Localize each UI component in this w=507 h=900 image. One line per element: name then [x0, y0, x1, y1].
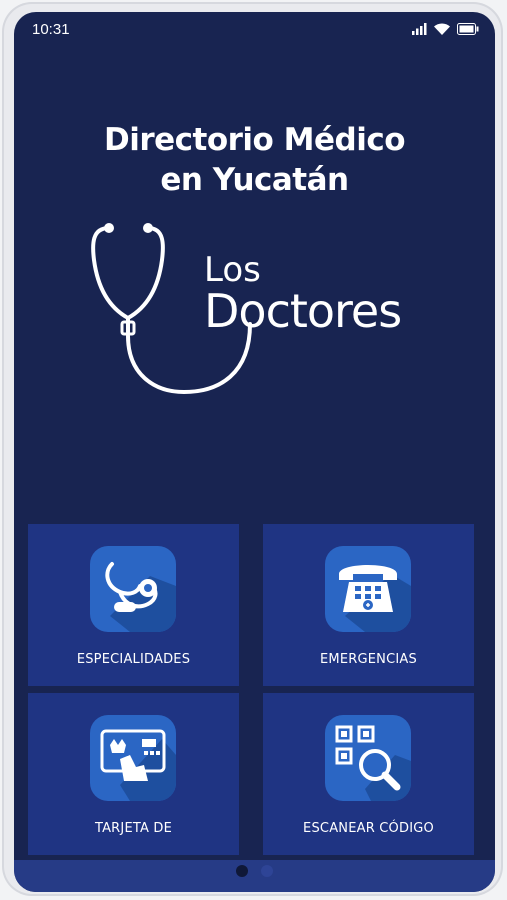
page-indicator [14, 864, 495, 882]
tile-label: EMERGENCIAS [320, 652, 417, 667]
telephone-icon [325, 546, 411, 632]
logo-text-doctores: Doctores [204, 284, 402, 338]
page-dot[interactable] [260, 865, 273, 877]
tile-especialidades[interactable]: ESPECIALIDADES [28, 524, 239, 686]
title-line-2: en Yucatán [160, 162, 349, 198]
tile-label: TARJETA DE [94, 821, 173, 836]
signal-icon [412, 23, 427, 35]
stethoscope-icon [90, 546, 176, 632]
status-icons [411, 22, 479, 36]
title-line-1: Directorio Médico [103, 122, 406, 158]
menu-grid: ESPECIALIDADES EMERGENCIAS TARJETA DE ES… [28, 524, 488, 862]
battery-icon [457, 23, 479, 35]
page-dot-active[interactable] [236, 865, 249, 877]
qr-search-icon [325, 715, 411, 801]
tile-label: ESPECIALIDADES [76, 652, 191, 667]
status-bar: 10:31 [14, 12, 495, 48]
card-icon [90, 715, 176, 801]
tile-escanear-codigo[interactable]: ESCANEAR CÓDIGO [263, 693, 474, 855]
device-frame: 10:31 Directorio Médico en Yucatán Los D… [2, 2, 503, 896]
app-screen: 10:31 Directorio Médico en Yucatán Los D… [14, 12, 495, 892]
tile-label: ESCANEAR CÓDIGO [303, 821, 434, 836]
app-title: Directorio Médico en Yucatán [14, 120, 495, 200]
tile-tarjeta[interactable]: TARJETA DE [28, 693, 239, 855]
wifi-icon [434, 23, 450, 35]
tile-emergencias[interactable]: EMERGENCIAS [263, 524, 474, 686]
status-time: 10:31 [32, 21, 70, 38]
los-doctores-logo: Los Doctores [14, 214, 495, 414]
